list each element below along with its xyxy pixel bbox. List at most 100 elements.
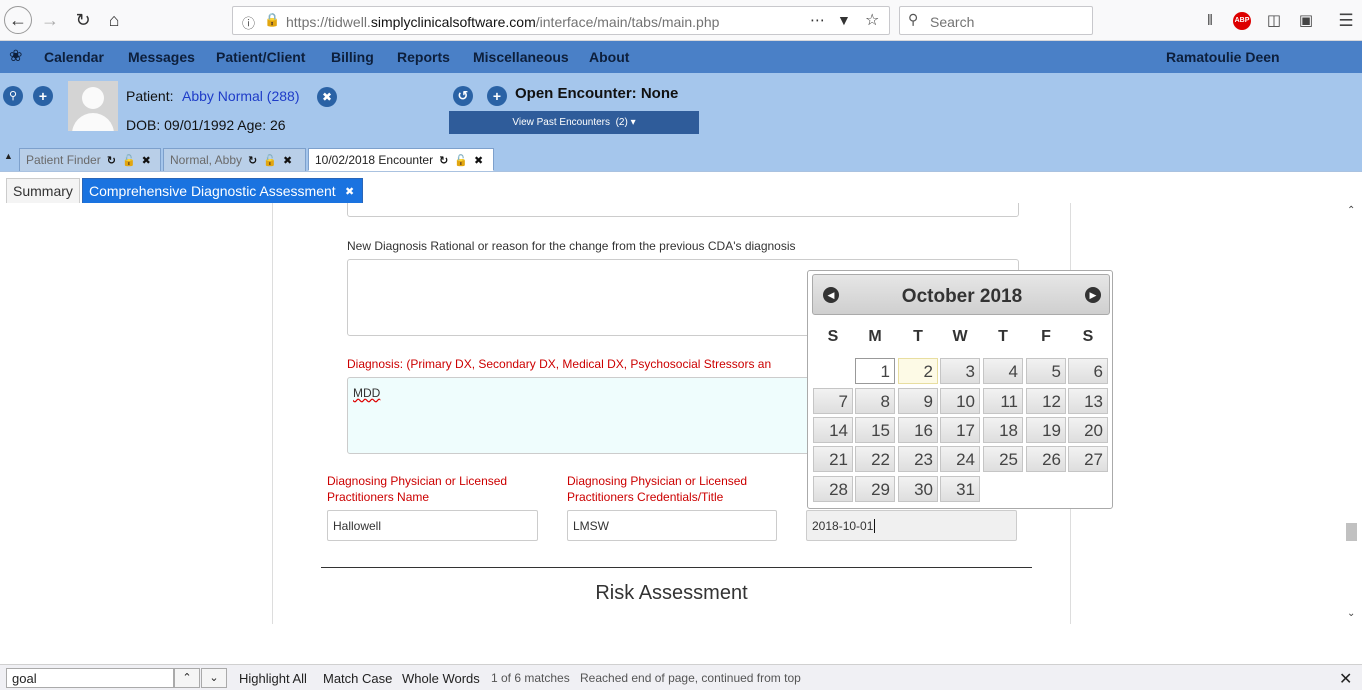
datepicker-day[interactable]: 8 bbox=[855, 388, 895, 414]
menu-reports[interactable]: Reports bbox=[397, 49, 450, 65]
new-patient-icon[interactable]: + bbox=[33, 86, 53, 106]
datepicker-day[interactable]: 17 bbox=[940, 417, 980, 443]
datepicker-day[interactable]: 27 bbox=[1068, 446, 1108, 472]
menu-patient-client[interactable]: Patient/Client bbox=[216, 49, 305, 65]
match-case-toggle[interactable]: Match Case bbox=[323, 671, 392, 686]
next-month-icon[interactable]: ▶ bbox=[1085, 287, 1101, 303]
patient-search-icon[interactable]: ⚲ bbox=[3, 86, 23, 106]
datepicker-day[interactable]: 20 bbox=[1068, 417, 1108, 443]
adblock-icon[interactable]: ABP bbox=[1233, 12, 1251, 30]
hamburger-menu-icon[interactable]: ☰ bbox=[1337, 12, 1355, 30]
datepicker-day[interactable]: 13 bbox=[1068, 388, 1108, 414]
datepicker-day[interactable]: 23 bbox=[898, 446, 938, 472]
datepicker-day[interactable]: 22 bbox=[855, 446, 895, 472]
new-encounter-icon[interactable]: + bbox=[487, 86, 507, 106]
menu-about[interactable]: About bbox=[589, 49, 629, 65]
unlock-icon[interactable]: 🔓 bbox=[454, 154, 468, 167]
menu-calendar[interactable]: Calendar bbox=[44, 49, 104, 65]
find-input[interactable]: goal bbox=[6, 668, 174, 688]
subtab-summary[interactable]: Summary bbox=[6, 178, 80, 204]
subtab-comprehensive-diagnostic-assessment[interactable]: Comprehensive Diagnostic Assessment ✖ bbox=[82, 178, 363, 204]
tab-label: Patient Finder bbox=[26, 153, 101, 167]
physician-name-input[interactable]: Hallowell bbox=[327, 510, 538, 541]
datepicker-day[interactable]: 31 bbox=[940, 476, 980, 502]
close-icon[interactable]: ✖ bbox=[283, 154, 292, 167]
browser-search-input[interactable]: ⚲ Search bbox=[899, 6, 1093, 35]
tab-patient-finder[interactable]: Patient Finder ↻ 🔓 ✖ bbox=[19, 148, 161, 171]
home-icon[interactable]: ⌂ bbox=[100, 6, 128, 34]
highlight-all-toggle[interactable]: Highlight All bbox=[239, 671, 307, 686]
subtab-row: Summary Comprehensive Diagnostic Assessm… bbox=[0, 171, 1362, 204]
menu-messages[interactable]: Messages bbox=[128, 49, 195, 65]
refresh-icon[interactable]: ↻ bbox=[248, 154, 257, 167]
find-bar: goal ⌃ ⌄ Highlight All Match Case Whole … bbox=[0, 664, 1362, 690]
menu-miscellaneous[interactable]: Miscellaneous bbox=[473, 49, 569, 65]
pocket-icon[interactable]: ▼ bbox=[837, 12, 851, 28]
datepicker-day[interactable]: 30 bbox=[898, 476, 938, 502]
current-user[interactable]: Ramatoulie Deen bbox=[1166, 49, 1280, 65]
scroll-up-icon[interactable]: ⌃ bbox=[1347, 205, 1355, 216]
refresh-icon[interactable]: ↻ bbox=[107, 154, 116, 167]
refresh-icon[interactable]: ↻ bbox=[439, 154, 448, 167]
datepicker-day[interactable]: 16 bbox=[898, 417, 938, 443]
encounter-history-icon[interactable]: ↺ bbox=[453, 86, 473, 106]
close-patient-icon[interactable]: ✖ bbox=[317, 87, 337, 107]
screenshot-icon[interactable]: ▣ bbox=[1297, 12, 1315, 30]
datepicker-day[interactable]: 5 bbox=[1026, 358, 1066, 384]
whole-words-toggle[interactable]: Whole Words bbox=[402, 671, 480, 686]
close-icon[interactable]: ✖ bbox=[142, 154, 151, 167]
datepicker-day[interactable]: 10 bbox=[940, 388, 980, 414]
tab-normal-abby[interactable]: Normal, Abby ↻ 🔓 ✖ bbox=[163, 148, 306, 171]
datepicker-day[interactable]: 14 bbox=[813, 417, 853, 443]
datepicker-day[interactable]: 25 bbox=[983, 446, 1023, 472]
datepicker-day[interactable]: 4 bbox=[983, 358, 1023, 384]
datepicker-day[interactable]: 18 bbox=[983, 417, 1023, 443]
more-icon[interactable]: ⋯ bbox=[810, 11, 825, 29]
library-icon[interactable]: ‖ bbox=[1201, 12, 1219, 30]
find-previous-icon[interactable]: ⌃ bbox=[174, 668, 200, 688]
close-subtab-icon[interactable]: ✖ bbox=[345, 185, 354, 198]
tab-encounter[interactable]: 10/02/2018 Encounter ↻ 🔓 ✖ bbox=[308, 148, 494, 171]
search-placeholder: Search bbox=[930, 14, 975, 30]
close-icon[interactable]: ✖ bbox=[474, 154, 483, 167]
previous-textarea[interactable] bbox=[347, 203, 1019, 217]
datepicker-day[interactable]: 3 bbox=[940, 358, 980, 384]
datepicker-day[interactable]: 12 bbox=[1026, 388, 1066, 414]
datepicker-day[interactable]: 9 bbox=[898, 388, 938, 414]
collapse-header-icon[interactable]: ▲ bbox=[4, 151, 13, 161]
info-icon[interactable]: ⓘ bbox=[242, 13, 255, 32]
datepicker-day[interactable]: 1 bbox=[855, 358, 895, 384]
url-bar[interactable]: ⓘ 🔒 https://tidwell.simplyclinicalsoftwa… bbox=[232, 6, 890, 35]
forward-icon[interactable]: → bbox=[36, 6, 64, 34]
diagnosis-date-input[interactable]: 2018-10-01 bbox=[806, 510, 1017, 541]
datepicker-day[interactable]: 26 bbox=[1026, 446, 1066, 472]
find-status: Reached end of page, continued from top bbox=[580, 671, 801, 685]
datepicker-day[interactable]: 6 bbox=[1068, 358, 1108, 384]
datepicker-day[interactable]: 19 bbox=[1026, 417, 1066, 443]
credentials-input[interactable]: LMSW bbox=[567, 510, 777, 541]
datepicker-day[interactable]: 7 bbox=[813, 388, 853, 414]
datepicker-day[interactable]: 28 bbox=[813, 476, 853, 502]
view-past-encounters-button[interactable]: View Past Encounters (2) ▾ bbox=[449, 111, 699, 134]
unlock-icon[interactable]: 🔓 bbox=[263, 154, 277, 167]
reload-icon[interactable]: ↻ bbox=[69, 6, 97, 34]
close-findbar-icon[interactable]: ✕ bbox=[1339, 669, 1352, 689]
patient-name-link[interactable]: Abby Normal (288) bbox=[182, 88, 300, 104]
datepicker-day[interactable]: 21 bbox=[813, 446, 853, 472]
datepicker-day[interactable]: 29 bbox=[855, 476, 895, 502]
back-icon[interactable]: ← bbox=[4, 6, 32, 34]
vertical-scrollbar[interactable]: ⌃ ⌄ bbox=[1343, 203, 1360, 624]
scroll-down-icon[interactable]: ⌄ bbox=[1347, 608, 1355, 619]
find-next-icon[interactable]: ⌄ bbox=[201, 668, 227, 688]
datepicker-day[interactable]: 24 bbox=[940, 446, 980, 472]
datepicker-day[interactable]: 2 bbox=[898, 358, 938, 384]
menu-billing[interactable]: Billing bbox=[331, 49, 374, 65]
scrollbar-thumb[interactable] bbox=[1346, 523, 1357, 541]
datepicker-day[interactable]: 15 bbox=[855, 417, 895, 443]
bookmark-star-icon[interactable]: ☆ bbox=[865, 10, 879, 30]
unlock-icon[interactable]: 🔓 bbox=[122, 154, 136, 167]
app-logo-icon[interactable]: ❀ bbox=[9, 46, 22, 66]
avatar bbox=[68, 81, 118, 131]
datepicker-day[interactable]: 11 bbox=[983, 388, 1023, 414]
sidebar-icon[interactable]: ◫ bbox=[1265, 12, 1283, 30]
